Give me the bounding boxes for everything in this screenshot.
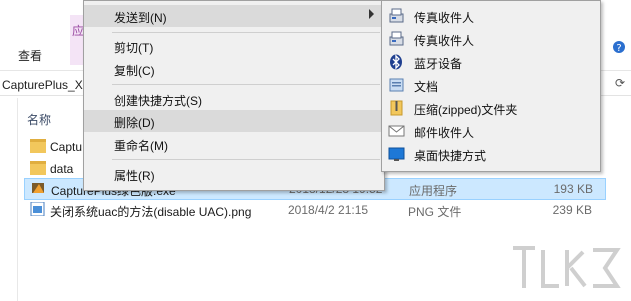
- menu-item-rename[interactable]: 重命名(M): [84, 133, 384, 155]
- svg-text:?: ?: [616, 43, 621, 54]
- menu-item-copy[interactable]: 复制(C): [84, 58, 384, 80]
- file-type: PNG 文件: [408, 205, 462, 219]
- png-icon: [30, 201, 46, 217]
- help-icon[interactable]: ?: [612, 40, 626, 54]
- menu-separator: [112, 32, 380, 33]
- submenu-item-mail-recipient[interactable]: 邮件收件人: [382, 120, 600, 143]
- submenu-item-label: 传真收件人: [414, 34, 475, 48]
- submenu-item-label: 传真收件人: [414, 11, 475, 25]
- menu-separator: [112, 159, 380, 160]
- menu-item-label: 创建快捷方式(S): [114, 94, 202, 108]
- menu-item-label: 发送到(N): [114, 11, 167, 25]
- menu-item-label: 属性(R): [114, 169, 155, 183]
- column-header-name[interactable]: 名称: [27, 111, 51, 128]
- send-to-submenu: 传真收件人 传真收件人 蓝牙设备 文档 压缩(zipped)文件夹 邮件收件人: [381, 0, 601, 172]
- submenu-item-fax-recipient[interactable]: 传真收件人: [382, 5, 600, 28]
- context-menu: 发送到(N) 剪切(T) 复制(C) 创建快捷方式(S) 删除(D) 重命名(M…: [83, 0, 385, 191]
- submenu-item-zip[interactable]: 压缩(zipped)文件夹: [382, 97, 600, 120]
- chevron-right-icon: [369, 9, 374, 19]
- submenu-item-label: 文档: [414, 80, 439, 94]
- refresh-icon[interactable]: ⟳: [615, 76, 625, 90]
- list-item[interactable]: 关闭系统uac的方法(disable UAC).png 2018/4/2 21:…: [24, 200, 604, 220]
- folder-icon: [30, 161, 46, 175]
- menu-item-label: 重命名(M): [114, 139, 168, 153]
- watermark-logo: [505, 238, 625, 298]
- tab-view[interactable]: 查看: [18, 47, 42, 64]
- submenu-item-documents[interactable]: 文档: [382, 74, 600, 97]
- menu-separator: [112, 84, 380, 85]
- address-path: CapturePlus_X: [2, 78, 83, 92]
- menu-item-label: 删除(D): [114, 116, 155, 130]
- menu-item-send-to[interactable]: 发送到(N): [84, 5, 384, 27]
- file-size: 239 KB: [552, 203, 592, 217]
- menu-item-create-shortcut[interactable]: 创建快捷方式(S): [84, 88, 384, 110]
- folder-icon: [30, 139, 46, 153]
- file-name: Captu: [50, 140, 83, 154]
- file-name: data: [50, 162, 74, 176]
- mail-icon: [388, 123, 405, 139]
- fax-icon: [388, 31, 405, 47]
- file-size: 193 KB: [553, 182, 593, 196]
- fax-icon: [388, 8, 405, 24]
- file-type: 应用程序: [409, 184, 458, 198]
- exe-icon: [31, 181, 47, 195]
- submenu-item-label: 压缩(zipped)文件夹: [414, 103, 518, 117]
- menu-item-label: 剪切(T): [114, 41, 154, 55]
- file-name: 关闭系统uac的方法(disable UAC).png: [50, 205, 252, 219]
- file-date: 2018/4/2 21:15: [288, 203, 369, 217]
- menu-item-delete[interactable]: 删除(D): [84, 110, 384, 132]
- submenu-item-label: 蓝牙设备: [414, 57, 463, 71]
- bluetooth-icon: [388, 54, 405, 70]
- submenu-item-bluetooth[interactable]: 蓝牙设备: [382, 51, 600, 74]
- submenu-item-fax-recipient[interactable]: 传真收件人: [382, 28, 600, 51]
- submenu-item-label: 桌面快捷方式: [414, 149, 487, 163]
- zip-folder-icon: [388, 100, 405, 116]
- navigation-pane-divider: [17, 98, 18, 301]
- menu-item-cut[interactable]: 剪切(T): [84, 35, 384, 57]
- desktop-icon: [388, 146, 405, 162]
- submenu-item-label: 邮件收件人: [414, 126, 475, 140]
- document-icon: [388, 77, 405, 93]
- menu-item-properties[interactable]: 属性(R): [84, 163, 384, 185]
- submenu-item-desktop-shortcut[interactable]: 桌面快捷方式: [382, 143, 600, 166]
- menu-item-label: 复制(C): [114, 64, 155, 78]
